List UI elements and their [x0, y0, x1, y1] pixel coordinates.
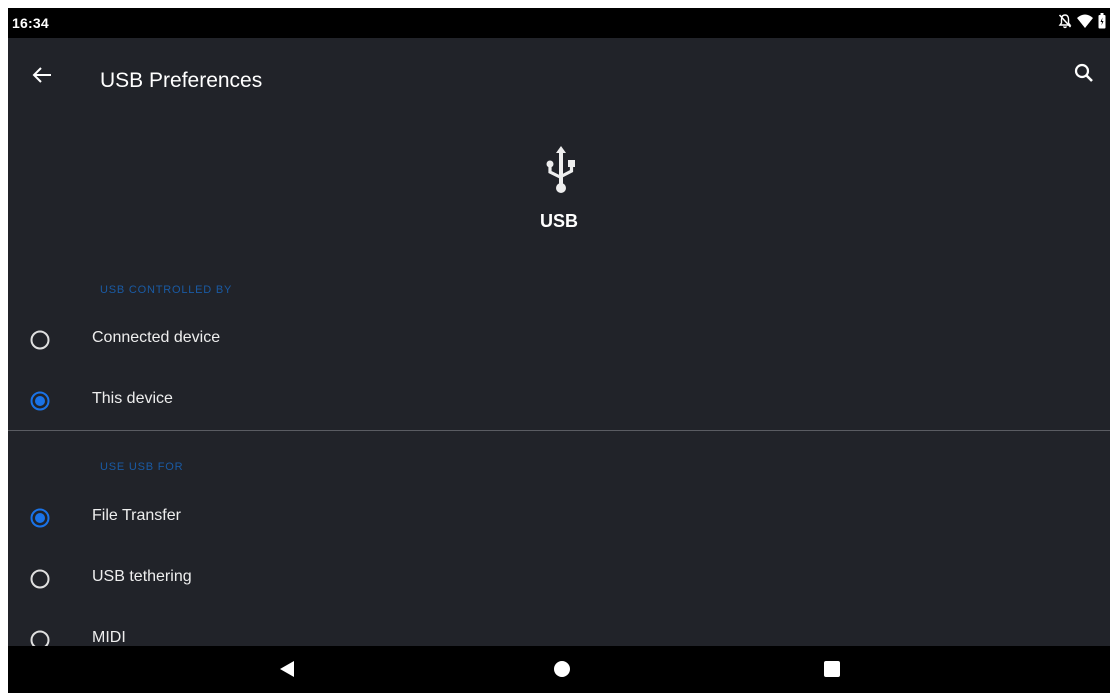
- option-label: This device: [92, 390, 173, 407]
- nav-home-button[interactable]: [550, 657, 574, 681]
- nav-recents-button[interactable]: [820, 657, 844, 681]
- search-icon: [1074, 63, 1093, 82]
- home-circle-icon: [554, 661, 570, 677]
- status-time: 16:34: [12, 15, 49, 31]
- navigation-bar: [8, 646, 1110, 693]
- notifications-off-icon: [1058, 13, 1072, 29]
- back-triangle-icon: [280, 661, 294, 677]
- search-button[interactable]: [1070, 59, 1098, 87]
- option-label: Connected device: [92, 329, 221, 346]
- arrow-back-icon: [32, 67, 51, 83]
- radio-unchecked-icon[interactable]: [30, 569, 50, 589]
- page-title: USB Preferences: [100, 69, 263, 92]
- nav-back-button[interactable]: [276, 657, 300, 681]
- radio-checked-icon[interactable]: [30, 508, 50, 528]
- wifi-icon: [1077, 14, 1093, 28]
- option-file-transfer[interactable]: File Transfer: [8, 490, 1110, 546]
- option-usb-tethering[interactable]: USB tethering: [8, 551, 1110, 607]
- radio-checked-icon[interactable]: [30, 391, 50, 411]
- back-button[interactable]: [28, 61, 56, 89]
- option-this-device[interactable]: This device: [8, 373, 1110, 429]
- section-divider: [8, 430, 1110, 431]
- recents-square-icon: [824, 661, 840, 677]
- status-icons: [1058, 13, 1106, 29]
- option-label: USB tethering: [92, 568, 192, 585]
- usb-header-label: USB: [539, 211, 578, 231]
- radio-unchecked-icon[interactable]: [30, 330, 50, 350]
- app-bar: USB Preferences: [8, 38, 1110, 112]
- status-bar: 16:34: [8, 8, 1110, 38]
- section-header-use-usb-for: USE USB FOR: [100, 461, 184, 473]
- battery-icon: [1098, 13, 1106, 29]
- usb-icon: [546, 146, 575, 193]
- option-label: MIDI: [92, 629, 126, 646]
- option-connected-device[interactable]: Connected device: [8, 312, 1110, 368]
- section-header-usb-controlled-by: USB CONTROLLED BY: [100, 284, 233, 296]
- screen: 16:34 USB Preferences USB USB CONTROLLED…: [8, 8, 1110, 693]
- option-label: File Transfer: [92, 507, 181, 524]
